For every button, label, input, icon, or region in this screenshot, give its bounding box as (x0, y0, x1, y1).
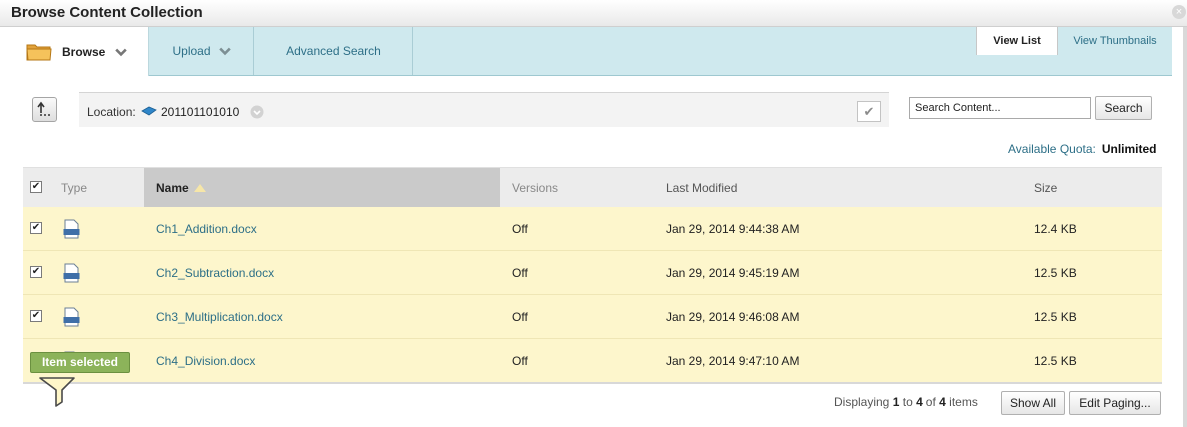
table-footer-divider (23, 382, 1162, 384)
window-title: Browse Content Collection (11, 4, 203, 21)
paging-summary: Displaying 1 to 4 of 4 items (834, 395, 978, 409)
column-header-last-modified[interactable]: Last Modified (666, 181, 737, 195)
paging-total: 4 (939, 395, 946, 409)
tab-browse-label: Browse (62, 44, 106, 59)
tab-browse[interactable]: Browse (23, 27, 149, 76)
versions-value: Off (512, 266, 528, 280)
edit-paging-button[interactable]: Edit Paging... (1069, 391, 1161, 415)
chevron-down-icon (218, 47, 231, 56)
table-header: ✔ Type Name Versions Last Modified Size (23, 167, 1162, 208)
tab-upload-label: Upload (172, 44, 211, 58)
tab-advanced-search-label: Advanced Search (286, 44, 381, 58)
tab-bar: Browse Upload Advanced Search View List … (23, 27, 1172, 76)
last-modified-value: Jan 29, 2014 9:47:10 AM (666, 354, 800, 368)
location-folder-icon (141, 106, 157, 116)
view-thumbnails-tab[interactable]: View Thumbnails (1065, 27, 1165, 55)
view-list-tab[interactable]: View List (976, 27, 1058, 55)
paging-to: 4 (916, 395, 923, 409)
table-row: ✔ Ch2_Subtraction.docx Off Jan 29, 2014 … (23, 251, 1162, 295)
folder-icon (26, 44, 52, 61)
doc-file-icon (63, 263, 80, 283)
paging-suffix: items (949, 395, 978, 409)
pointer-arrow-icon (39, 377, 75, 407)
size-value: 12.5 KB (1034, 266, 1077, 280)
search-input[interactable] (909, 97, 1091, 119)
location-value[interactable]: 201101101010 (161, 105, 239, 119)
up-folder-icon (37, 101, 50, 116)
paging-prefix: Displaying (834, 395, 890, 409)
column-header-versions: Versions (512, 181, 559, 195)
quota-label: Available Quota: (1008, 142, 1096, 156)
show-all-button[interactable]: Show All (1001, 391, 1065, 415)
last-modified-value: Jan 29, 2014 9:46:08 AM (666, 310, 800, 324)
table-row: ✔ Ch1_Addition.docx Off Jan 29, 2014 9:4… (23, 207, 1162, 251)
location-bar: Location: 201101101010 ✔ (79, 92, 889, 127)
search-button[interactable]: Search (1095, 96, 1152, 120)
column-header-name[interactable]: Name (156, 181, 206, 195)
table-row: ✔ Ch4_Division.docx Off Jan 29, 2014 9:4… (23, 339, 1162, 383)
paging-from: 1 (892, 395, 900, 409)
dropdown-icon[interactable] (250, 105, 264, 119)
select-all-checkbox[interactable]: ✔ (30, 181, 42, 193)
paging-of-word: of (925, 395, 936, 409)
quota-value: Unlimited (1101, 142, 1157, 156)
row-checkbox[interactable]: ✔ (30, 222, 42, 234)
doc-file-icon (63, 307, 80, 327)
column-header-size[interactable]: Size (1034, 181, 1057, 195)
window-edge (1183, 27, 1187, 427)
close-icon[interactable]: × (1172, 5, 1186, 19)
item-selected-tooltip: Item selected (30, 352, 130, 373)
sort-ascending-icon (193, 184, 206, 192)
versions-value: Off (512, 354, 528, 368)
last-modified-value: Jan 29, 2014 9:45:19 AM (666, 266, 800, 280)
checkmark-icon[interactable]: ✔ (857, 101, 881, 122)
versions-value: Off (512, 310, 528, 324)
file-name-link[interactable]: Ch1_Addition.docx (156, 222, 257, 236)
file-name-link[interactable]: Ch3_Multiplication.docx (156, 310, 283, 324)
tab-upload[interactable]: Upload (150, 27, 254, 75)
last-modified-value: Jan 29, 2014 9:44:38 AM (666, 222, 800, 236)
size-value: 12.5 KB (1034, 310, 1077, 324)
table-row: ✔ Ch3_Multiplication.docx Off Jan 29, 20… (23, 295, 1162, 339)
row-checkbox[interactable]: ✔ (30, 310, 42, 322)
tab-advanced-search[interactable]: Advanced Search (255, 27, 413, 75)
available-quota: Available Quota: Unlimited (1008, 142, 1157, 156)
file-name-link[interactable]: Ch4_Division.docx (156, 354, 255, 368)
size-value: 12.4 KB (1034, 222, 1077, 236)
doc-file-icon (63, 219, 80, 239)
row-checkbox[interactable]: ✔ (30, 266, 42, 278)
up-folder-button[interactable] (32, 97, 57, 122)
location-label: Location: (87, 105, 136, 119)
column-header-type: Type (61, 181, 88, 195)
size-value: 12.5 KB (1034, 354, 1077, 368)
file-name-link[interactable]: Ch2_Subtraction.docx (156, 266, 274, 280)
title-bar: Browse Content Collection × (0, 0, 1187, 27)
chevron-down-icon (115, 48, 128, 56)
paging-to-word: to (902, 395, 913, 409)
column-header-name-label: Name (156, 181, 189, 195)
versions-value: Off (512, 222, 528, 236)
